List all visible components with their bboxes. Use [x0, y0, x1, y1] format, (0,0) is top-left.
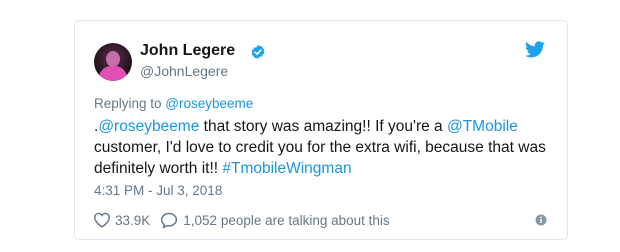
verified-badge-icon	[251, 45, 265, 59]
heart-icon	[93, 212, 111, 228]
tweet-text: .@roseybeeme that story was amazing!! If…	[94, 116, 552, 179]
tweet-text-part: that story was amazing!! If you're a	[199, 118, 447, 135]
like-action[interactable]: 33.9K	[93, 212, 150, 228]
avatar-face	[106, 51, 120, 67]
avatar-shoulders	[99, 66, 127, 81]
embedded-tweet-card: John Legere @JohnLegere Replying to @ros…	[74, 20, 568, 240]
like-count: 33.9K	[115, 212, 151, 228]
mention-link[interactable]: @roseybeeme	[98, 118, 199, 135]
talking-count: 1,052 people are talking about this	[183, 212, 390, 228]
avatar[interactable]	[94, 43, 132, 81]
info-icon[interactable]	[535, 214, 547, 226]
replying-to: Replying to @roseybeeme	[94, 96, 253, 111]
author-handle[interactable]: @JohnLegere	[140, 63, 228, 79]
conversation-action[interactable]: 1,052 people are talking about this	[160, 212, 390, 229]
replying-to-link[interactable]: @roseybeeme	[165, 96, 253, 111]
replying-to-prefix: Replying to	[94, 96, 166, 111]
tweet-timestamp[interactable]: 4:31 PM - Jul 3, 2018	[94, 183, 222, 198]
tweet-actions: 33.9K 1,052 people are talking about thi…	[93, 211, 390, 229]
hashtag-link[interactable]: #TmobileWingman	[222, 160, 351, 177]
mention-link[interactable]: @TMobile	[447, 118, 518, 135]
speech-bubble-icon	[161, 212, 178, 228]
twitter-bird-icon[interactable]	[525, 41, 545, 58]
author-name[interactable]: John Legere	[140, 42, 235, 60]
